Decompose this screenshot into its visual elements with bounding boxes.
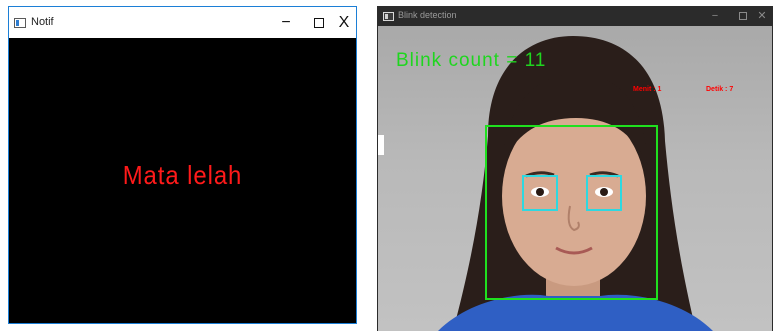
notif-titlebar[interactable]: Notif − X <box>9 7 356 38</box>
camera-feed: Blink count = 11 Menit : 1 Detik : 7 <box>378 26 772 331</box>
blink-titlebar[interactable]: Blink detection − ✕ <box>378 7 772 26</box>
maximize-icon <box>314 17 324 28</box>
blink-detection-window: Blink detection − ✕ Blink count = 11 Men… <box>377 6 773 331</box>
window-title: Notif <box>31 16 54 28</box>
right-eye-detection-box <box>586 175 622 211</box>
window-title: Blink detection <box>398 10 457 20</box>
left-eye-detection-box <box>522 175 558 211</box>
minute-label: Menit : 1 <box>633 86 662 93</box>
second-label: Detik : 7 <box>706 86 734 93</box>
window-app-icon <box>14 18 26 28</box>
notif-canvas: Mata lelah <box>9 38 356 323</box>
minimize-button[interactable]: − <box>702 8 728 24</box>
left-edge-strip <box>378 135 384 155</box>
fatigue-message: Mata lelah <box>122 160 243 190</box>
window-app-icon <box>383 12 394 21</box>
blink-count-label: Blink count = 11 <box>396 50 547 71</box>
face-detection-box <box>485 125 658 300</box>
notif-window: Notif − X Mata lelah <box>8 6 357 324</box>
close-button[interactable]: X <box>329 12 359 34</box>
minimize-button[interactable]: − <box>271 12 301 34</box>
close-button[interactable]: ✕ <box>749 8 775 24</box>
maximize-icon <box>739 12 747 21</box>
